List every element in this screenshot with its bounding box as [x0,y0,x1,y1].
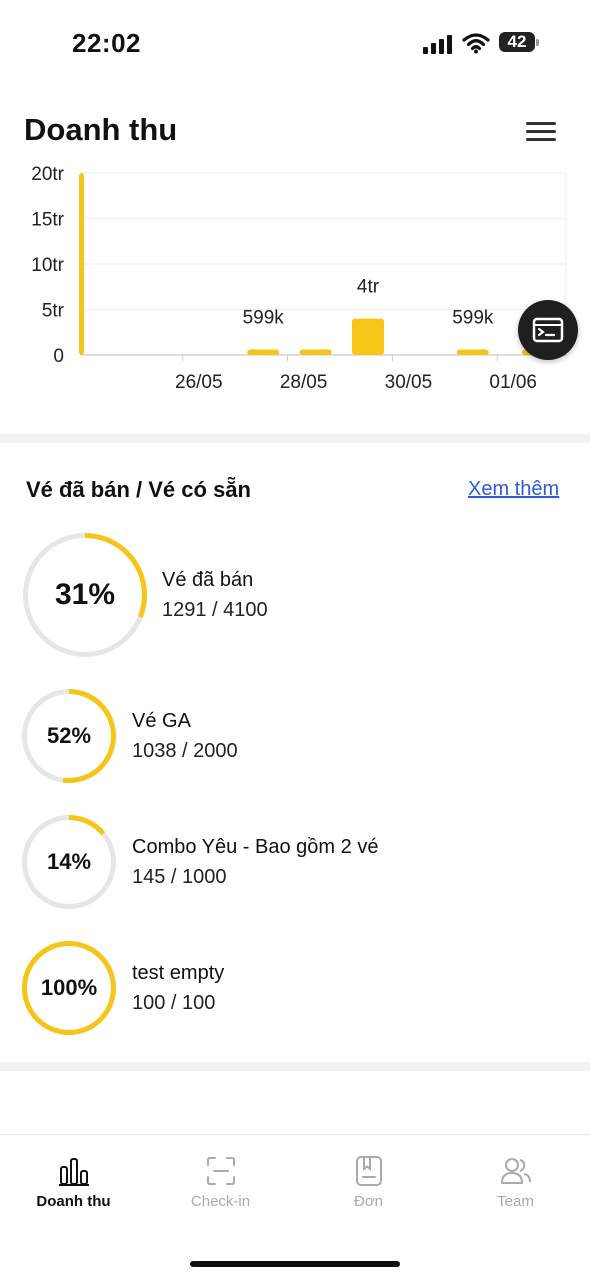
bar-chart-icon [58,1158,89,1186]
ticket-type-percent: 14% [46,849,92,874]
nav-tab-label: Đơn [353,1193,383,1210]
ticket-type-ring: 52% [21,688,117,784]
ticket-type-ring: 14% [21,814,117,910]
nav-tab-revenue[interactable]: Doanh thu [0,1155,147,1225]
revenue-chart: 05tr10tr15tr20tr26/0528/0530/0501/0603/0… [0,165,590,405]
y-tick-label: 5tr [42,301,65,322]
bottom-nav: Doanh thu Check-in Đơn Team [0,1134,590,1281]
wifi-icon [462,33,490,54]
revenue-bar [456,349,489,355]
console-button[interactable] [518,300,578,360]
nav-tab-team[interactable]: Team [442,1155,589,1225]
receipt-icon [355,1156,382,1186]
ticket-type-percent: 52% [46,723,92,748]
tickets-section-title: Vé đã bán / Vé có sẵn [26,477,251,502]
terminal-icon [532,317,564,343]
y-tick-label: 15tr [31,210,64,231]
revenue-bar [247,349,280,355]
home-indicator [190,1261,400,1267]
ticket-summary-name: Vé đã bán [162,569,254,591]
ticket-type-name: test empty [132,962,225,984]
ticket-type-count: 1038 / 2000 [132,740,238,762]
ticket-type-name: Vé GA [132,710,191,732]
bar-value-label: 599k [243,308,285,329]
page-title: Doanh thu [24,112,178,147]
y-tick-label: 0 [53,346,64,367]
ticket-summary-ring: 31% [22,532,148,658]
ticket-type-count: 100 / 100 [132,992,216,1014]
bar-value-label: 599k [452,308,494,329]
revenue-bar [352,318,384,355]
nav-tab-checkin[interactable]: Check-in [147,1155,294,1225]
x-tick-label: 28/05 [280,372,328,393]
menu-icon[interactable] [526,118,556,144]
nav-tab-label: Doanh thu [36,1193,111,1210]
status-bar: 22:02 42 [0,0,590,88]
nav-tab-label: Check-in [190,1193,251,1210]
y-tick-label: 10tr [31,255,64,276]
section-divider [0,1062,590,1071]
revenue-bar [299,349,332,355]
ticket-type-count: 145 / 1000 [132,866,227,888]
x-tick-label: 01/06 [489,372,537,393]
x-tick-label: 30/05 [385,372,433,393]
cellular-signal-icon [423,35,452,54]
ticket-summary-count: 1291 / 4100 [162,599,268,621]
scan-icon [206,1157,235,1185]
x-tick-label: 26/05 [175,372,223,393]
revenue-bar [79,173,84,355]
nav-tab-orders[interactable]: Đơn [295,1155,442,1225]
section-divider [0,434,590,443]
nav-tab-label: Team [497,1193,534,1210]
team-icon [500,1158,531,1184]
y-tick-label: 20tr [31,165,64,185]
ticket-type-percent: 100% [40,975,98,1000]
ticket-type-ring: 100% [21,940,117,1036]
ticket-type-name: Combo Yêu - Bao gồm 2 vé [132,836,379,858]
bar-value-label: 4tr [357,277,380,298]
status-time: 22:02 [72,28,141,58]
ticket-summary-percent: 31% [54,578,116,611]
battery-icon: 42 [499,32,539,54]
battery-level: 42 [499,32,535,52]
see-more-link[interactable]: Xem thêm [468,478,559,501]
